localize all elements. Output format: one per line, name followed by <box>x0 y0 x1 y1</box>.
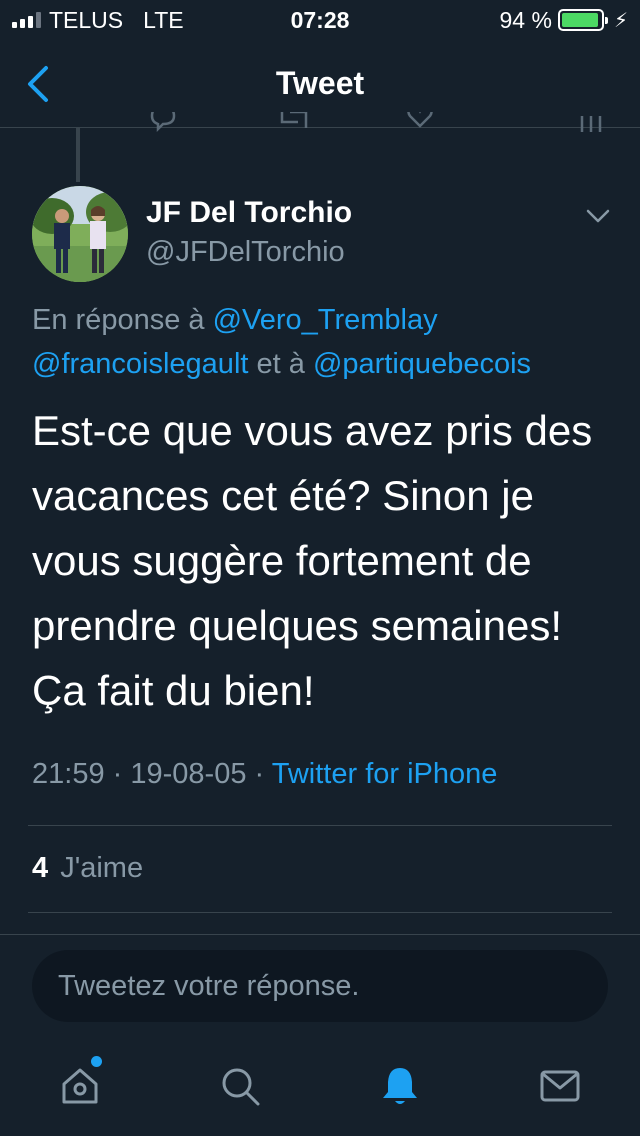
tab-bar <box>0 1040 640 1136</box>
share-icon[interactable] <box>578 112 604 142</box>
signal-strength-icon <box>12 12 41 28</box>
tweet-text-line: Est-ce que vous avez pris des <box>32 407 593 454</box>
search-icon[interactable] <box>218 1064 262 1108</box>
tweet-text: Est-ce que vous avez pris des vacances c… <box>32 398 622 723</box>
network-type: LTE <box>143 6 184 33</box>
likes-count: 4 <box>32 852 49 884</box>
reply-bar-separator <box>0 934 640 935</box>
divider <box>28 912 612 913</box>
status-right: 94 % ⚡ <box>500 7 628 34</box>
charging-bolt-icon: ⚡ <box>613 9 628 32</box>
back-button[interactable] <box>24 64 54 104</box>
likes-label: J'aime <box>60 852 144 884</box>
tweet-text-line: Ça fait du bien! <box>32 667 315 714</box>
meta-separator: · <box>254 758 265 790</box>
battery-icon <box>557 9 608 31</box>
tweet-date: 19-08-05 <box>130 758 247 790</box>
home-icon[interactable] <box>58 1064 102 1108</box>
carrier-name: TELUS <box>49 6 124 33</box>
likes-summary[interactable]: 4 J'aime <box>32 852 143 885</box>
notifications-icon[interactable] <box>378 1064 422 1108</box>
reply-input-placeholder: Tweetez votre réponse. <box>58 969 360 1002</box>
chevron-down-icon <box>586 209 610 223</box>
tweet-time: 21:59 <box>32 758 105 790</box>
tweet-text-line: vacances cet été? Sinon je <box>32 472 534 519</box>
like-icon[interactable] <box>404 112 436 132</box>
tweet-text-line: vous suggère fortement de <box>32 537 532 584</box>
retweet-icon[interactable] <box>276 112 312 132</box>
chevron-left-icon <box>28 66 48 102</box>
reply-input[interactable]: Tweetez votre réponse. <box>32 950 608 1022</box>
avatar[interactable] <box>32 186 128 282</box>
battery-percent: 94 % <box>499 6 552 33</box>
author-handle[interactable]: @JFDelTorchio <box>146 236 345 269</box>
author-name[interactable]: JF Del Torchio <box>146 196 352 230</box>
previous-tweet-actions <box>0 112 640 142</box>
mention-link[interactable]: @partiquebecois <box>313 348 531 380</box>
reply-prefix: En réponse à <box>32 304 205 336</box>
tweet-text-line: prendre quelques semaines! <box>32 602 563 649</box>
reply-icon[interactable] <box>148 112 178 132</box>
status-bar: TELUS LTE 07:28 94 % ⚡ <box>0 0 640 40</box>
messages-icon[interactable] <box>538 1064 582 1108</box>
page-title: Tweet <box>275 65 365 101</box>
reply-connector: et à <box>256 348 305 380</box>
battery-fill <box>561 13 598 27</box>
divider <box>28 825 612 826</box>
reply-context: En réponse à @Vero_Tremblay @francoisleg… <box>32 298 622 386</box>
notification-dot <box>91 1056 102 1067</box>
mention-link[interactable]: @francoislegault <box>32 348 248 380</box>
avatar-photo <box>32 186 128 282</box>
tweet-options-button[interactable] <box>584 206 612 226</box>
tweet-source-link[interactable]: Twitter for iPhone <box>272 758 498 790</box>
status-left: TELUS LTE <box>12 7 184 34</box>
mention-link[interactable]: @Vero_Tremblay <box>213 304 438 336</box>
thread-connector-line <box>76 128 80 182</box>
tweet-meta: 21:59 · 19-08-05 · Twitter for iPhone <box>32 758 497 791</box>
meta-separator: · <box>112 758 123 790</box>
